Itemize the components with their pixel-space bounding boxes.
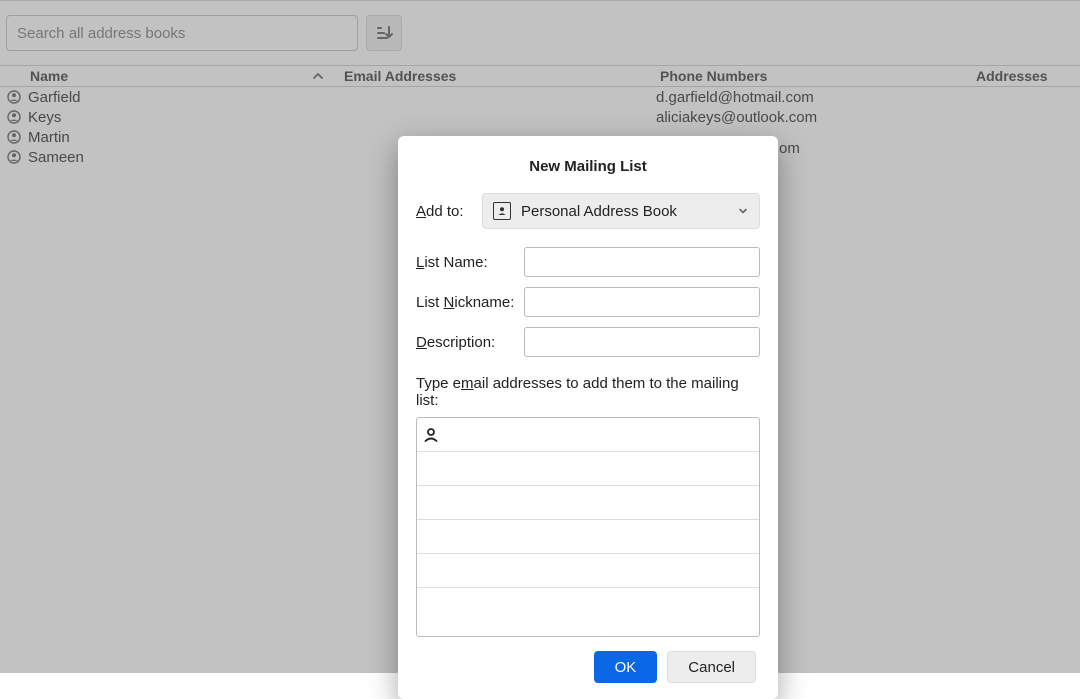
email-address-row[interactable] [417, 554, 759, 588]
column-header-addresses[interactable]: Addresses [956, 68, 1080, 84]
toolbar [0, 0, 1080, 65]
add-to-select[interactable]: Personal Address Book [482, 193, 760, 229]
email-address-row[interactable] [417, 452, 759, 486]
sort-asc-icon [312, 70, 324, 82]
contact-name: Sameen [28, 149, 340, 166]
list-nickname-label: List Nickname: [416, 294, 524, 311]
contact-name: Keys [28, 109, 340, 126]
contact-phone: aliciakeys@outlook.com [656, 109, 956, 126]
email-address-row[interactable] [417, 418, 759, 452]
description-label: Description: [416, 334, 524, 351]
contact-icon [0, 110, 28, 124]
ok-button[interactable]: OK [594, 651, 658, 683]
contact-name: Martin [28, 129, 340, 146]
column-header-phone[interactable]: Phone Numbers [656, 68, 956, 84]
cancel-button[interactable]: Cancel [667, 651, 756, 683]
contact-phone: d.garfield@hotmail.com [656, 89, 956, 106]
table-row[interactable]: Garfield d.garfield@hotmail.com [0, 87, 1080, 107]
dialog-title: New Mailing List [398, 136, 778, 193]
list-nickname-input[interactable] [524, 287, 760, 317]
table-row[interactable]: Keys aliciakeys@outlook.com [0, 107, 1080, 127]
add-to-label: Add to: [416, 203, 482, 220]
list-name-input[interactable] [524, 247, 760, 277]
contact-icon [0, 90, 28, 104]
new-mailing-list-dialog: New Mailing List Add to: Personal Addres… [398, 136, 778, 699]
table-header: Name Email Addresses Phone Numbers Addre… [0, 65, 1080, 87]
contact-icon [0, 150, 28, 164]
person-icon [423, 427, 439, 443]
email-address-row[interactable] [417, 486, 759, 520]
column-header-email[interactable]: Email Addresses [340, 68, 656, 84]
email-address-list[interactable] [416, 417, 760, 637]
sort-icon [375, 24, 393, 42]
list-name-label: List Name: [416, 254, 524, 271]
column-header-name[interactable]: Name [0, 68, 340, 84]
add-to-value: Personal Address Book [521, 203, 737, 220]
email-instruction: Type email addresses to add them to the … [416, 375, 760, 409]
description-input[interactable] [524, 327, 760, 357]
search-input[interactable] [6, 15, 358, 51]
column-header-name-label: Name [30, 68, 68, 84]
contact-name: Garfield [28, 89, 340, 106]
contact-icon [0, 130, 28, 144]
address-book-icon [493, 202, 511, 220]
email-address-row[interactable] [417, 520, 759, 554]
sort-button[interactable] [366, 15, 402, 51]
chevron-down-icon [737, 205, 749, 217]
email-address-row[interactable] [417, 588, 759, 622]
partial-phone-text: om [779, 140, 800, 157]
